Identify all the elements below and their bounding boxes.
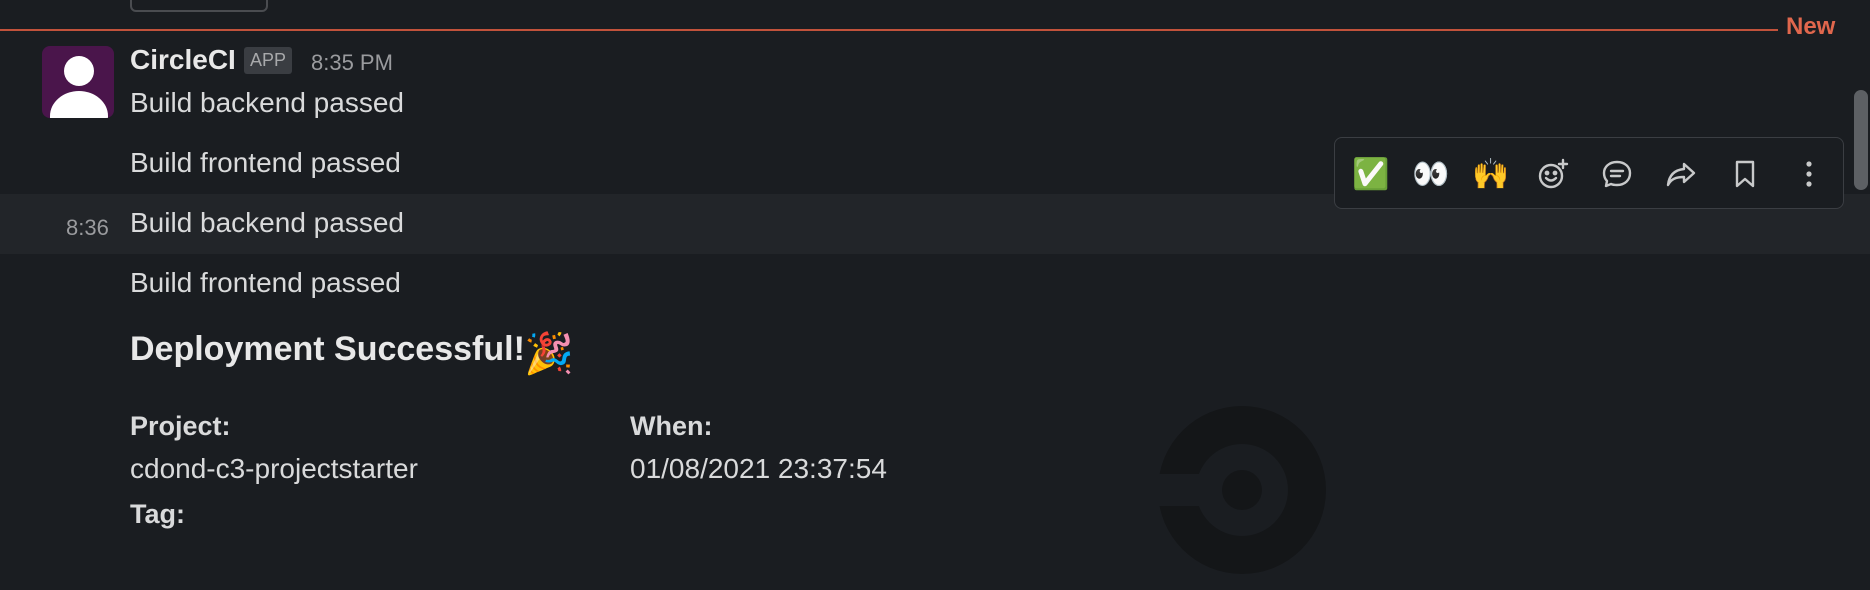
share-icon — [1666, 162, 1696, 187]
message-text: Build frontend passed — [130, 267, 401, 298]
sender-name[interactable]: CircleCI — [130, 44, 236, 76]
raised-hands-icon: 🙌 — [1472, 157, 1510, 191]
check-mark-icon: ✅ — [1352, 157, 1390, 191]
scrollbar-thumb[interactable] — [1854, 90, 1868, 190]
new-messages-divider — [0, 29, 1778, 31]
field-value-project: cdond-c3-projectstarter — [130, 453, 418, 484]
message-text: Build frontend passed — [130, 147, 401, 178]
message-timestamp[interactable]: 8:35 PM — [311, 50, 393, 76]
reply-in-thread-icon — [1602, 160, 1632, 188]
party-popper-icon: 🎉 — [524, 332, 574, 376]
reaction-white-check-mark-button[interactable]: ✅ — [1349, 152, 1393, 196]
avatar-head-icon — [64, 56, 94, 86]
field-value-when: 01/08/2021 23:37:54 — [630, 453, 887, 484]
field-label-project: Project: — [130, 411, 231, 441]
reaction-eyes-button[interactable]: 👀 — [1409, 152, 1453, 196]
add-reaction-icon — [1538, 158, 1569, 189]
bookmark-icon — [1735, 160, 1755, 188]
share-button[interactable] — [1659, 152, 1703, 196]
new-messages-label: New — [1786, 13, 1836, 40]
message-actions-toolbar: ✅ 👀 🙌 — [1334, 137, 1844, 209]
avatar-body-icon — [50, 91, 108, 118]
avatar[interactable] — [42, 46, 114, 118]
previous-message-button[interactable] — [130, 0, 268, 12]
save-bookmark-button[interactable] — [1723, 152, 1767, 196]
message-text: Build backend passed — [130, 87, 404, 118]
reaction-raised-hands-button[interactable]: 🙌 — [1469, 152, 1513, 196]
reply-in-thread-button[interactable] — [1595, 152, 1639, 196]
eyes-icon: 👀 — [1412, 157, 1450, 191]
field-label-tag: Tag: — [130, 499, 185, 529]
message-timestamp[interactable]: 8:36 — [66, 215, 109, 241]
app-badge: APP — [244, 47, 293, 74]
add-reaction-button[interactable] — [1531, 152, 1575, 196]
more-actions-button[interactable] — [1787, 152, 1831, 196]
more-actions-icon — [1806, 161, 1812, 187]
field-label-when: When: — [630, 411, 713, 441]
attachment-heading: Deployment Successful! — [130, 330, 525, 368]
message-text: Build backend passed — [130, 207, 404, 238]
circleci-logo-icon — [1154, 406, 1326, 574]
